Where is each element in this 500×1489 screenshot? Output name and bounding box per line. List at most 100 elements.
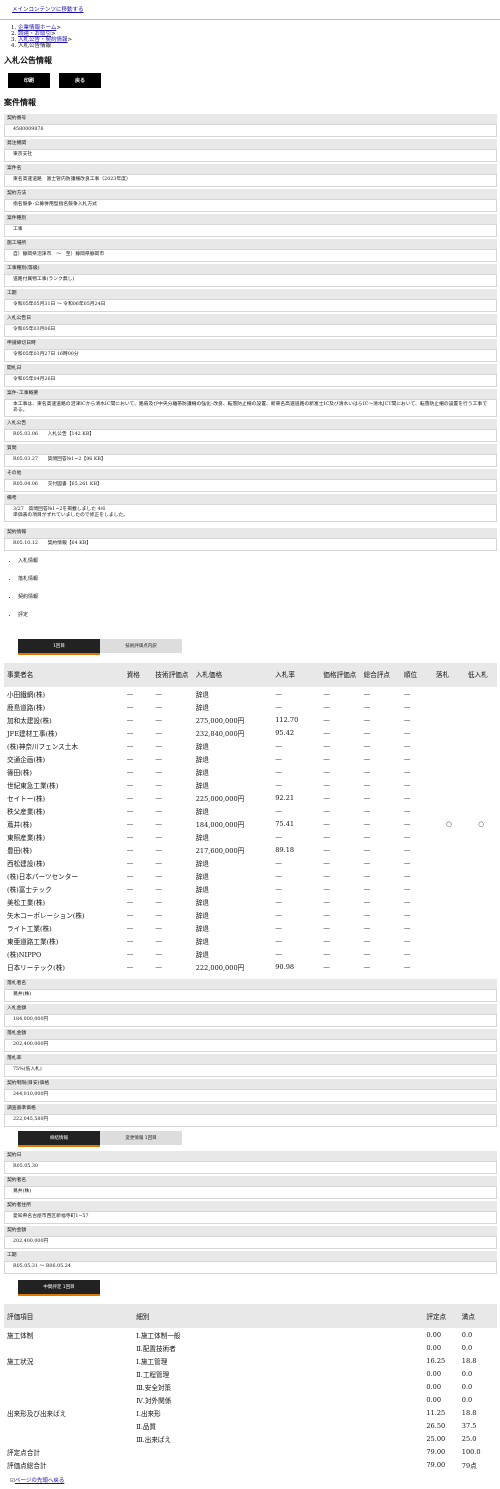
table-cell: — (363, 910, 371, 919)
table-cell: — (323, 832, 330, 841)
column-header: 入札率 (272, 663, 321, 687)
table-cell: 225,000,000円 (195, 794, 245, 803)
column-header: 満点 (458, 1304, 497, 1328)
table-cell (465, 804, 497, 817)
table-cell: — (275, 949, 282, 958)
table-cell: 275,000,000円 (195, 716, 245, 725)
table-cell: 26.50 (426, 1421, 446, 1430)
table-cell (433, 830, 465, 843)
table-cell: — (126, 819, 134, 828)
table-cell: 評価点総合計 (7, 1461, 47, 1470)
table-cell: — (363, 754, 371, 763)
table-cell: — (403, 819, 411, 828)
table-cell (4, 1380, 133, 1393)
field-value[interactable]: R05.03.06 入札公告【142 KB】 (4, 429, 497, 442)
print-button[interactable]: 印刷 (8, 73, 50, 88)
table-cell: 施工状況 (7, 1357, 34, 1366)
tab-round-1[interactable]: 1回目 (18, 639, 100, 655)
table-cell: — (126, 741, 134, 750)
table-row: 豊田(株) — — 217,600,000円 89.18 — — — (4, 843, 497, 856)
bid-table: 事業者名 資格 技術評価点 入札価格 入札率 価格評価点 総合評点 順位 落札 低入札 小田鐵網(… (4, 663, 497, 973)
table-cell (4, 1341, 133, 1354)
table-cell: — (155, 923, 162, 932)
field: 工事種別(等級) 道路付属物工事(ランク無し) (4, 264, 497, 287)
table-cell: Ⅱ.配置技術者 (136, 1344, 176, 1353)
table-row: Ⅲ.安全対策 0.00 0.0 (4, 1380, 497, 1393)
table-cell: — (323, 702, 330, 711)
tab-change-info[interactable]: 変更情報 1回目 (100, 1131, 182, 1145)
table-cell (433, 843, 465, 856)
table-cell: — (403, 767, 411, 776)
tab-link-award[interactable]: 落札情報 (18, 575, 500, 593)
table-cell: — (155, 962, 162, 971)
tab-link-bid[interactable]: 入札情報 (18, 557, 500, 575)
field: 契約情報 R05.10.12 契約情報【64 KB】 (4, 528, 497, 551)
field-label: 契約者住所 (4, 1201, 497, 1211)
table-cell: — (275, 884, 282, 893)
field-label: 契約金額 (4, 1226, 497, 1236)
table-cell: — (155, 780, 162, 789)
tab-interim-eval[interactable]: 中間評定 1回目 (18, 1280, 100, 1296)
table-cell: — (403, 754, 411, 763)
table-cell: — (403, 949, 411, 958)
table-cell: 232,840,000円 (195, 729, 245, 738)
table-cell: — (126, 910, 134, 919)
table-row: セイトー(株) — — 225,000,000円 92.21 — — — (4, 791, 497, 804)
table-cell: — (403, 845, 411, 854)
field-value[interactable]: R05.03.27 質問回答№1~2【96 KB】 (4, 454, 497, 467)
table-cell: 0.00 (426, 1343, 442, 1352)
table-row: 東照産業(株) — — 辞退 — — — — (4, 830, 497, 843)
table-cell: 世紀東急工業(株) (7, 781, 59, 790)
tab-tech-score[interactable]: 技術評価点内訳 (100, 639, 182, 653)
table-row: ライト工業(株) — — 辞退 — — — — (4, 921, 497, 934)
field: 契約制限(目安)価格 244,010,000円 (4, 1079, 497, 1102)
skip-link[interactable]: メインコンテンツに移動する (12, 5, 500, 13)
field: 案件種別 工事 (4, 214, 497, 237)
table-cell: — (155, 702, 162, 711)
field-value[interactable]: R05.04.06 交付図書【65,261 KB】 (4, 479, 497, 492)
table-cell (433, 726, 465, 739)
table-cell: 東照産業(株) (7, 833, 46, 842)
table-cell: — (403, 910, 411, 919)
table-cell (433, 947, 465, 960)
field-label: 落札者名 (4, 979, 497, 989)
table-cell: — (403, 780, 411, 789)
skip-link-anchor[interactable]: メインコンテンツに移動する (12, 7, 84, 13)
table-cell (465, 856, 497, 869)
field-label: 契約日 (4, 1151, 497, 1161)
back-to-top[interactable]: ☑ページの先頭へ戻る (10, 1476, 500, 1484)
table-cell (133, 1458, 423, 1471)
table-row: JFE建材工事(株) — — 232,840,000円 95.42 — — — (4, 726, 497, 739)
field-value: R05.05.30 (4, 1161, 497, 1174)
tab-contract-signing[interactable]: 締結情報 (18, 1131, 100, 1147)
field-label: 発注機関 (4, 139, 497, 149)
field-value: 75%(低入札) (4, 1064, 497, 1077)
tab-link-contract[interactable]: 契約情報 (18, 593, 500, 611)
field-value: 本工事は、東名高速道路の沼津ICから清水IC間において、路肩及び中央分離帯防護柵… (4, 399, 497, 417)
back-button[interactable]: 戻る (59, 73, 101, 88)
table-cell: — (126, 962, 134, 971)
table-cell: — (275, 871, 282, 880)
table-row: 小田鐵網(株) — — 辞退 — — — — (4, 687, 497, 700)
table-header-row: 評価項目 細別 評定点 満点 (4, 1304, 497, 1328)
table-cell (4, 1419, 133, 1432)
field-label: 案件種別 (4, 214, 497, 224)
table-cell: 90.98 (275, 962, 295, 971)
field-value: 指名競争･公募併用型指名競争入札方式 (4, 199, 497, 212)
table-cell: JFE建材工事(株) (7, 729, 58, 738)
table-cell: — (155, 884, 162, 893)
field-value: 244,010,000円 (4, 1089, 497, 1102)
table-cell: — (403, 728, 411, 737)
back-to-top-link[interactable]: ページの先頭へ戻る (15, 1478, 64, 1484)
table-cell: 0.00 (426, 1330, 442, 1339)
table-cell: Ⅱ.品質 (136, 1422, 157, 1431)
table-cell: 79.00 (426, 1460, 446, 1469)
field-value[interactable]: R05.10.12 契約情報【64 KB】 (4, 538, 497, 551)
tab-link-evaluation[interactable]: 評定 (18, 611, 500, 629)
breadcrumb-current: 入札公告情報 (18, 43, 500, 49)
table-row: Ⅳ.対外関係 0.00 0.0 (4, 1393, 497, 1406)
table-cell: — (403, 702, 411, 711)
table-cell: — (363, 819, 371, 828)
table-cell: — (126, 702, 134, 711)
contract-fields: 契約日 R05.05.30 契約者名 蔦井(株) 契約者住所 愛知県名古屋市西区新福寺町1… (4, 1151, 497, 1274)
